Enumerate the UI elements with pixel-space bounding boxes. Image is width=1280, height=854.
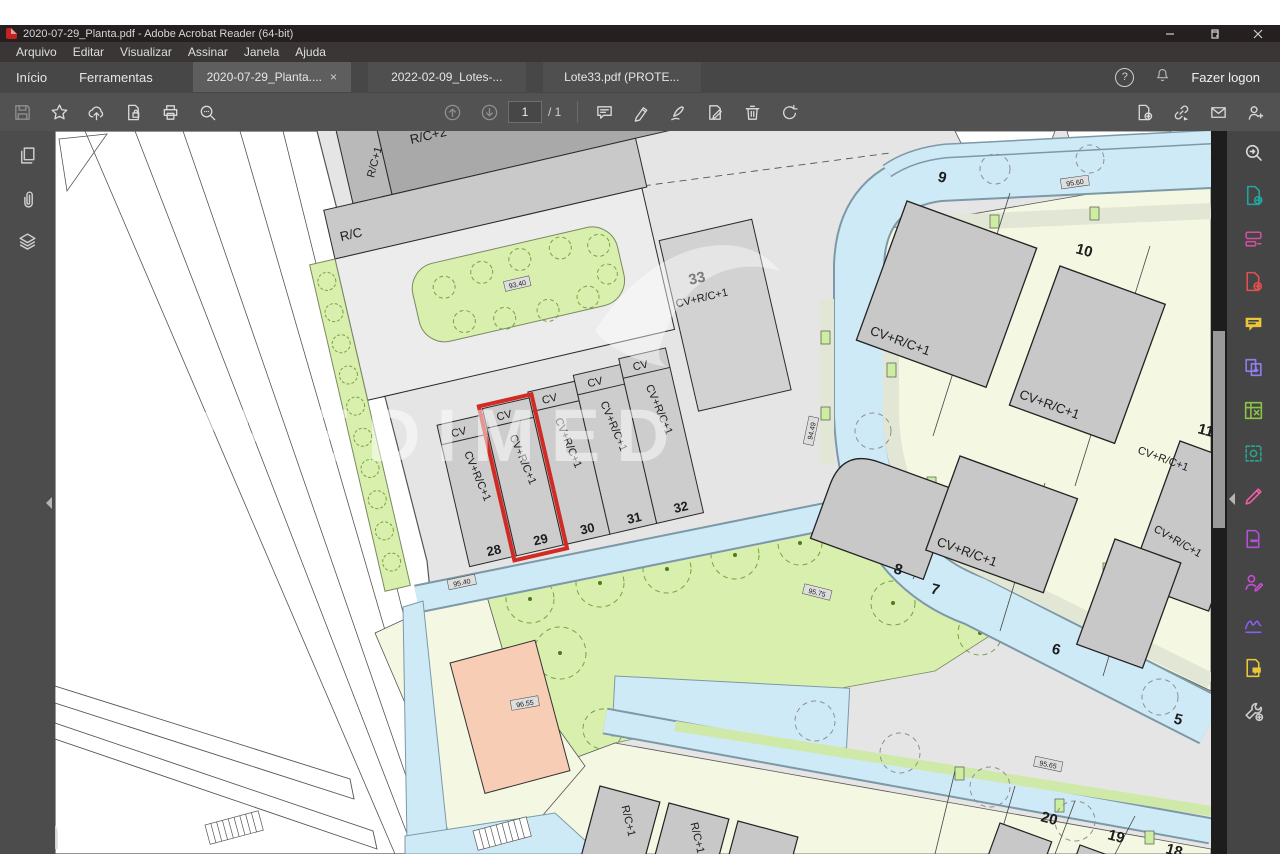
sign-in-button[interactable]: Fazer logon (1191, 70, 1260, 85)
search-document-icon[interactable] (1242, 141, 1265, 169)
star-favorite-icon[interactable] (41, 103, 78, 122)
fill-sign-icon[interactable] (697, 103, 734, 122)
tab-close-icon[interactable]: × (330, 70, 337, 84)
tab-label: Lote33.pdf (PROTE... (564, 70, 679, 84)
collapse-left-panel-button[interactable] (46, 497, 52, 509)
menu-ajuda[interactable]: Ajuda (287, 45, 334, 59)
watermark-text: PREDIMED (167, 394, 686, 477)
tab-label: 2022-02-09_Lotes-... (391, 70, 502, 84)
acrobat-pdf-icon (6, 28, 17, 39)
help-icon[interactable]: ? (1115, 68, 1134, 87)
protected-document-icon[interactable] (115, 103, 152, 122)
rotate-pages-icon[interactable] (771, 103, 808, 122)
tab-document-lotes[interactable]: 2022-02-09_Lotes-... (368, 62, 526, 92)
main-toolbar: / 1 (0, 92, 1280, 131)
tab-tools[interactable]: Ferramentas (63, 70, 169, 85)
acrobat-window: 2020-07-29_Planta.pdf - Adobe Acrobat Re… (0, 25, 1280, 853)
save-icon[interactable] (4, 103, 41, 122)
tab-home[interactable]: Início (0, 70, 63, 85)
corner-watermark: im (55, 806, 62, 854)
share-link-icon[interactable] (1163, 103, 1200, 122)
layers-icon[interactable] (17, 231, 38, 257)
page-total-label: / 1 (548, 105, 561, 119)
minimize-button[interactable] (1148, 25, 1192, 42)
export-pdf-icon[interactable] (1242, 184, 1265, 212)
next-page-icon[interactable] (471, 103, 508, 122)
sign-pen-icon[interactable] (660, 103, 697, 122)
convert-pdf-icon[interactable] (1126, 103, 1163, 122)
expand-right-panel-button[interactable] (1229, 493, 1235, 505)
menu-editar[interactable]: Editar (65, 45, 112, 59)
attachments-icon[interactable] (17, 188, 38, 214)
review-comments-icon[interactable] (1242, 657, 1265, 685)
search-zoom-icon[interactable] (189, 103, 226, 122)
left-panel-rail (0, 131, 55, 854)
highlight-icon[interactable] (623, 103, 660, 122)
notifications-bell-icon[interactable] (1154, 67, 1171, 87)
tab-label: 2020-07-29_Planta.... (207, 70, 322, 84)
export-spreadsheet-icon[interactable] (1242, 399, 1265, 427)
tab-bar: Início Ferramentas 2020-07-29_Planta....… (0, 62, 1280, 92)
window-title: 2020-07-29_Planta.pdf - Adobe Acrobat Re… (23, 28, 293, 40)
menu-visualizar[interactable]: Visualizar (112, 45, 180, 59)
menu-bar: Arquivo Editar Visualizar Assinar Janela… (0, 42, 1280, 62)
tab-document-lote33[interactable]: Lote33.pdf (PROTE... (543, 62, 701, 92)
menu-janela[interactable]: Janela (236, 45, 287, 59)
comment-tool-icon[interactable] (1242, 313, 1265, 341)
menu-assinar[interactable]: Assinar (180, 45, 236, 59)
combine-files-icon[interactable] (1242, 356, 1265, 384)
create-pdf-icon[interactable] (1242, 270, 1265, 298)
tools-panel-rail (1227, 131, 1280, 854)
document-canvas[interactable]: R/C+1 R/C+2 R/C 93.40 (55, 131, 1211, 854)
request-signatures-icon[interactable] (1242, 571, 1265, 599)
restore-button[interactable] (1192, 25, 1236, 42)
more-tools-icon[interactable] (1242, 700, 1265, 728)
scrollbar-thumb[interactable] (1213, 331, 1225, 528)
close-button[interactable] (1236, 25, 1280, 42)
share-people-icon[interactable] (1237, 103, 1274, 122)
redact-icon[interactable] (1242, 528, 1265, 556)
comment-icon[interactable] (586, 103, 623, 122)
tab-document-planta[interactable]: 2020-07-29_Planta.... × (193, 62, 351, 92)
pdf-page-view: im (55, 131, 1211, 854)
edit-pdf-icon[interactable] (1242, 227, 1265, 255)
scan-ocr-icon[interactable] (1242, 442, 1265, 470)
certificates-icon[interactable] (1242, 614, 1265, 642)
vertical-scrollbar[interactable] (1211, 131, 1227, 854)
fill-sign-tool-icon[interactable] (1242, 485, 1265, 513)
title-bar: 2020-07-29_Planta.pdf - Adobe Acrobat Re… (0, 25, 1280, 42)
email-icon[interactable] (1200, 103, 1237, 122)
delete-pages-icon[interactable] (734, 103, 771, 122)
share-cloud-icon[interactable] (78, 103, 115, 122)
print-icon[interactable] (152, 103, 189, 122)
page-number-input[interactable] (508, 101, 542, 123)
previous-page-icon[interactable] (434, 103, 471, 122)
page-thumbnails-icon[interactable] (17, 145, 38, 171)
toolbar-separator (577, 101, 578, 123)
menu-arquivo[interactable]: Arquivo (8, 45, 65, 59)
